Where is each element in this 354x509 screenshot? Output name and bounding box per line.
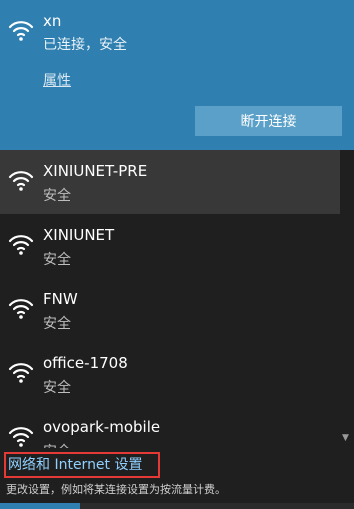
- network-security: 安全: [43, 252, 71, 268]
- network-security: 安全: [43, 188, 71, 204]
- network-security: 安全: [43, 316, 71, 332]
- disconnect-button[interactable]: 断开连接: [195, 106, 342, 136]
- network-item[interactable]: XINIUNET 安全: [0, 214, 340, 278]
- settings-hint: 更改设置，例如将某连接设置为按流量计费。: [6, 483, 226, 496]
- wifi-icon: [8, 168, 34, 192]
- network-list: XINIUNET-PRE 安全 XINIUNET 安全 FNW 安全 offic…: [0, 150, 340, 448]
- connected-network[interactable]: xn 已连接，安全 属性 断开连接: [0, 0, 354, 150]
- connected-ssid: xn: [43, 12, 62, 30]
- wifi-flyout-panel: xn 已连接，安全 属性 断开连接 XINIUNET-PRE 安全 XINIUN…: [0, 0, 354, 509]
- network-name: FNW: [43, 290, 78, 308]
- network-name: ovopark-mobile: [43, 418, 161, 436]
- wifi-icon: [8, 296, 34, 320]
- wifi-icon: [8, 424, 34, 448]
- network-name: XINIUNET-PRE: [43, 162, 148, 180]
- network-name: office-1708: [43, 354, 128, 372]
- network-item[interactable]: XINIUNET-PRE 安全: [0, 150, 340, 214]
- wifi-icon: [8, 232, 34, 256]
- scrollbar[interactable]: [340, 150, 354, 448]
- connection-status: 已连接，安全: [43, 37, 127, 53]
- network-settings-link[interactable]: 网络和 Internet 设置: [4, 452, 160, 478]
- properties-link[interactable]: 属性: [43, 70, 71, 90]
- wifi-icon: [8, 18, 34, 42]
- network-security: 安全: [43, 441, 71, 448]
- wifi-icon: [8, 360, 34, 384]
- bottom-strip: [0, 503, 354, 509]
- network-item[interactable]: ovopark-mobile 安全: [0, 406, 340, 448]
- network-name: XINIUNET: [43, 226, 115, 244]
- network-item[interactable]: office-1708 安全: [0, 342, 340, 406]
- bottom-strip-accent: [0, 503, 80, 509]
- chevron-down-icon[interactable]: ▼: [342, 433, 349, 443]
- network-security: 安全: [43, 380, 71, 396]
- network-item[interactable]: FNW 安全: [0, 278, 340, 342]
